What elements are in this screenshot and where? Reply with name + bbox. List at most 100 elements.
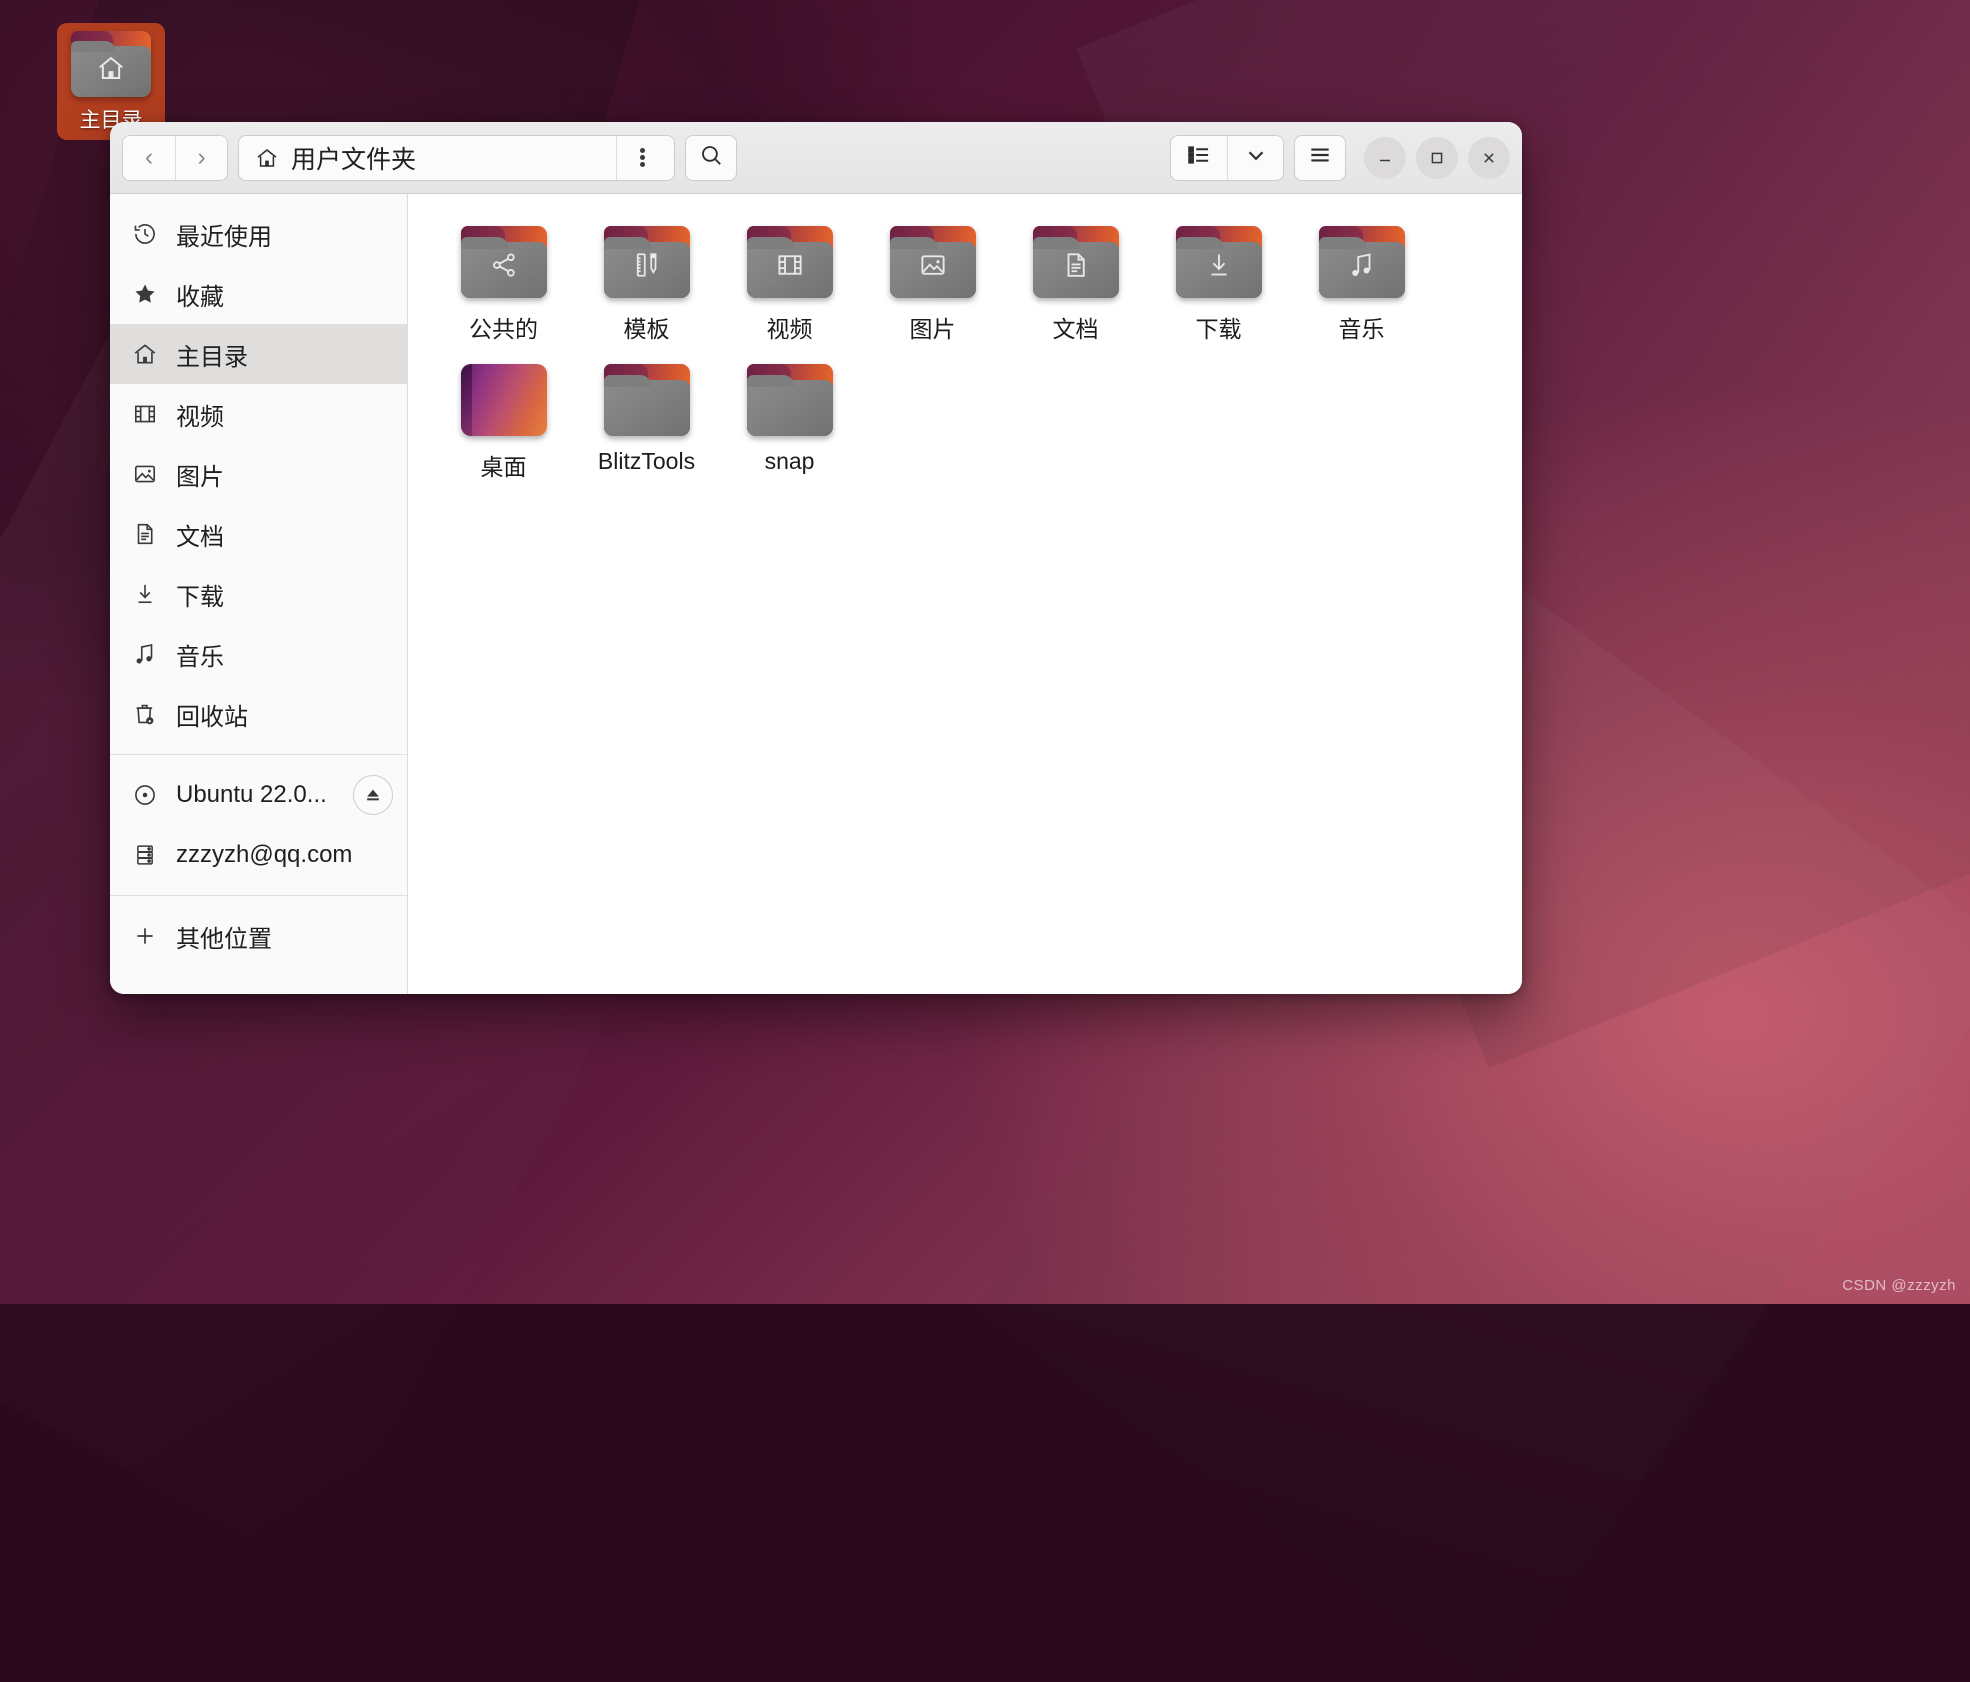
sidebar: 最近使用 收藏 主目录 视频 图片 文档 下载 音乐 回收站 Ubuntu 22… [110,194,408,994]
chevron-down-icon [1243,142,1269,173]
file-grid-item[interactable]: 桌面 [432,358,575,496]
sidebar-item-label: 下载 [176,583,224,611]
folder-icon [1318,226,1405,298]
home-folder-icon [71,31,151,97]
sidebar-item-videos[interactable]: 视频 [110,384,407,444]
watermark: CSDN @zzzyzh [1842,1277,1956,1294]
file-manager-window: ‹ › 用户文件夹 最近使用 收藏 主目录 视频 图片 文档 下载 音乐 回收站… [110,122,1522,994]
sidebar-item-label: zzzyzh@qq.com [176,841,353,868]
sidebar-item-label: 主目录 [176,343,248,371]
file-name-label: 音乐 [1338,316,1385,342]
template-ruler-icon [604,250,690,280]
sidebar-item-other-locations[interactable]: 其他位置 [110,906,407,966]
navigation-buttons: ‹ › [122,134,228,181]
main-menu-button[interactable] [1294,134,1346,181]
eject-button[interactable] [353,775,393,815]
forward-button[interactable]: › [175,135,227,180]
file-grid-item[interactable]: 音乐 [1290,220,1433,358]
file-grid-item[interactable]: 图片 [861,220,1004,358]
file-name-label: snap [764,448,815,474]
star-icon [132,281,158,307]
close-button[interactable] [1468,136,1510,179]
download-arrow-icon [132,581,158,607]
share-icon [461,250,547,280]
folder-icon [746,226,833,298]
sidebar-item-label: Ubuntu 22.0... [176,781,327,808]
window-header-bar: ‹ › 用户文件夹 [110,122,1522,194]
sidebar-item-network-account[interactable]: zzzyzh@qq.com [110,825,407,885]
path-bar[interactable]: 用户文件夹 [238,134,675,181]
sidebar-divider [110,754,407,755]
hamburger-menu-icon [1307,142,1333,173]
trash-icon [132,701,158,727]
file-grid-area[interactable]: 公共的 模板 视频 图片 文档 下载 音乐桌面 BlitzTools snap [408,194,1522,994]
music-note-icon [1319,250,1405,280]
image-icon [890,250,976,280]
sidebar-item-label: 最近使用 [176,223,272,251]
folder-icon [603,226,690,298]
sidebar-divider [110,895,407,896]
sidebar-item-recent[interactable]: 最近使用 [110,204,407,264]
file-grid: 公共的 模板 视频 图片 文档 下载 音乐桌面 BlitzTools snap [432,220,1504,496]
file-grid-item[interactable]: 视频 [718,220,861,358]
back-button[interactable]: ‹ [123,135,175,180]
music-note-icon [132,641,158,667]
sidebar-item-label: 其他位置 [176,925,272,953]
file-grid-item[interactable]: BlitzTools [575,358,718,496]
file-grid-item[interactable]: snap [718,358,861,496]
sidebar-item-label: 图片 [176,463,224,491]
folder-icon [889,226,976,298]
file-name-label: BlitzTools [597,448,696,474]
minimize-button[interactable] [1364,136,1406,179]
three-dots-vertical-icon[interactable] [616,135,668,180]
film-icon [132,401,158,427]
sidebar-item-starred[interactable]: 收藏 [110,264,407,324]
view-mode-group [1170,134,1284,181]
sidebar-item-label: 文档 [176,523,224,551]
image-icon [132,461,158,487]
window-controls [1364,136,1510,179]
sidebar-item-downloads[interactable]: 下载 [110,564,407,624]
window-body: 最近使用 收藏 主目录 视频 图片 文档 下载 音乐 回收站 Ubuntu 22… [110,194,1522,994]
sidebar-item-home[interactable]: 主目录 [110,324,407,384]
sidebar-item-pictures[interactable]: 图片 [110,444,407,504]
sidebar-item-documents[interactable]: 文档 [110,504,407,564]
file-name-label: 下载 [1195,316,1242,342]
film-icon [747,250,833,280]
plus-icon [132,923,158,949]
file-grid-item[interactable]: 下载 [1147,220,1290,358]
view-dropdown-button[interactable] [1227,135,1283,180]
list-view-icon [1186,142,1212,173]
folder-icon [1175,226,1262,298]
maximize-button[interactable] [1416,136,1458,179]
search-button[interactable] [685,134,737,181]
sidebar-item-trash[interactable]: 回收站 [110,684,407,744]
download-arrow-icon [1176,250,1262,280]
sidebar-item-label: 回收站 [176,703,248,731]
folder-icon [746,364,833,436]
sidebar-item-music[interactable]: 音乐 [110,624,407,684]
file-name-label: 公共的 [469,316,538,342]
file-grid-item[interactable]: 模板 [575,220,718,358]
document-icon [1033,250,1119,280]
sidebar-item-label: 收藏 [176,283,224,311]
search-icon [698,142,724,173]
house-glyph-icon [71,53,151,83]
recent-clock-icon [132,221,158,247]
path-text: 用户文件夹 [291,145,417,174]
file-name-label: 视频 [766,316,813,342]
file-grid-item[interactable]: 文档 [1004,220,1147,358]
file-name-label: 文档 [1052,316,1099,342]
file-name-label: 图片 [909,316,956,342]
file-name-label: 模板 [623,316,670,342]
folder-icon [603,364,690,436]
file-name-label: 桌面 [480,454,527,480]
home-icon [255,146,279,170]
document-icon [132,521,158,547]
server-icon [132,842,158,868]
sidebar-item-label: 音乐 [176,643,224,671]
file-grid-item[interactable]: 公共的 [432,220,575,358]
list-view-button[interactable] [1171,136,1227,180]
sidebar-item-ubuntu-disc[interactable]: Ubuntu 22.0... [110,765,407,825]
sidebar-item-label: 视频 [176,403,224,431]
